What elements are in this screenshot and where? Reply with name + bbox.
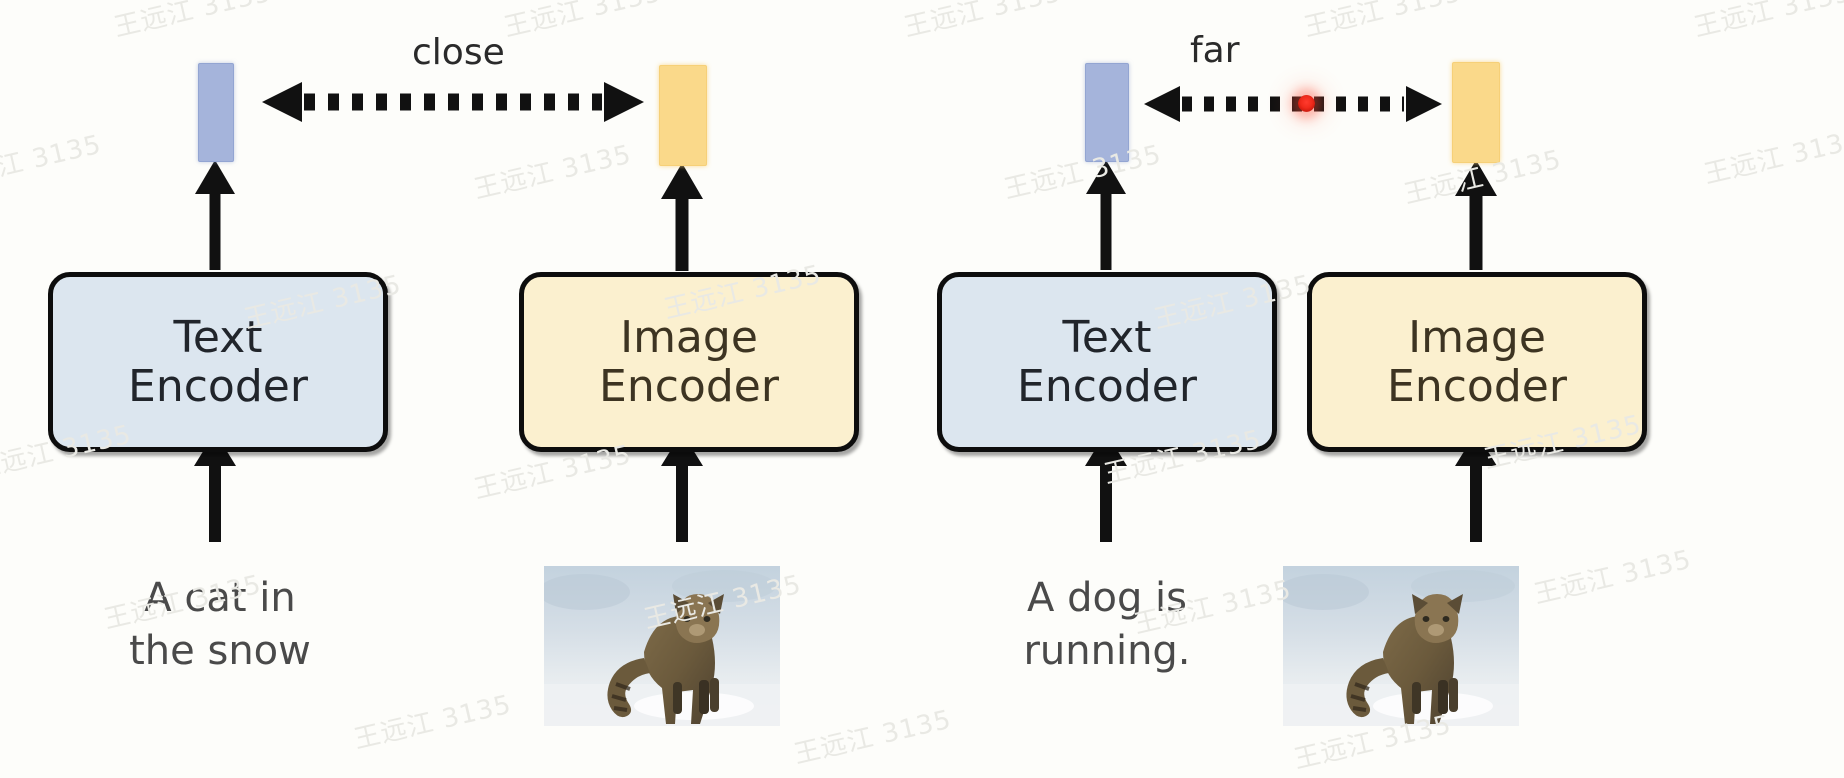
distance-label-close: close [412,32,505,73]
text-encoder-label-line1: Text [1062,311,1152,363]
image-encoder-label-line2: Encoder [599,361,779,412]
text-caption-line2: the snow [129,627,311,674]
distance-double-arrow [262,78,644,126]
image-embedding-bar [659,65,707,166]
cat-photo [1283,566,1519,726]
text-encoder-label-line2: Encoder [128,361,308,412]
text-embedding-bar [1085,63,1129,162]
panel-mismatching-pair: far Text Encoder Image Encoder A dog is … [922,0,1844,778]
image-encoder-box[interactable]: Image Encoder [519,272,859,452]
text-encoder-box[interactable]: Text Encoder [937,272,1277,452]
text-caption-line2: running. [1023,627,1191,674]
image-encoder-box[interactable]: Image Encoder [1307,272,1647,452]
image-encoder-label-line1: Image [620,311,758,363]
text-caption-line1: A cat in [144,575,296,621]
red-mismatch-marker [1298,95,1315,112]
text-encoder-output-arrow [193,160,237,270]
cat-photo [544,566,780,726]
text-encoder-box[interactable]: Text Encoder [48,272,388,452]
text-caption-line1: A dog is [1027,575,1187,621]
image-encoder-output-arrow [660,163,704,271]
text-caption: A dog is running. [927,572,1287,678]
text-encoder-output-arrow [1084,160,1128,270]
image-encoder-output-arrow [1454,160,1498,270]
distance-label-far: far [1190,30,1240,71]
text-embedding-bar [198,63,234,162]
distance-double-arrow [1144,82,1442,126]
diagram-canvas: close Text Encoder Image Encoder A cat i… [0,0,1844,778]
image-embedding-bar [1452,62,1500,163]
text-encoder-label-line1: Text [173,311,263,363]
text-encoder-label-line2: Encoder [1017,361,1197,412]
panel-matching-pair: close Text Encoder Image Encoder A cat i… [0,0,922,778]
image-encoder-label-line2: Encoder [1387,361,1567,412]
image-encoder-label-line1: Image [1408,311,1546,363]
text-caption: A cat in the snow [40,572,400,678]
